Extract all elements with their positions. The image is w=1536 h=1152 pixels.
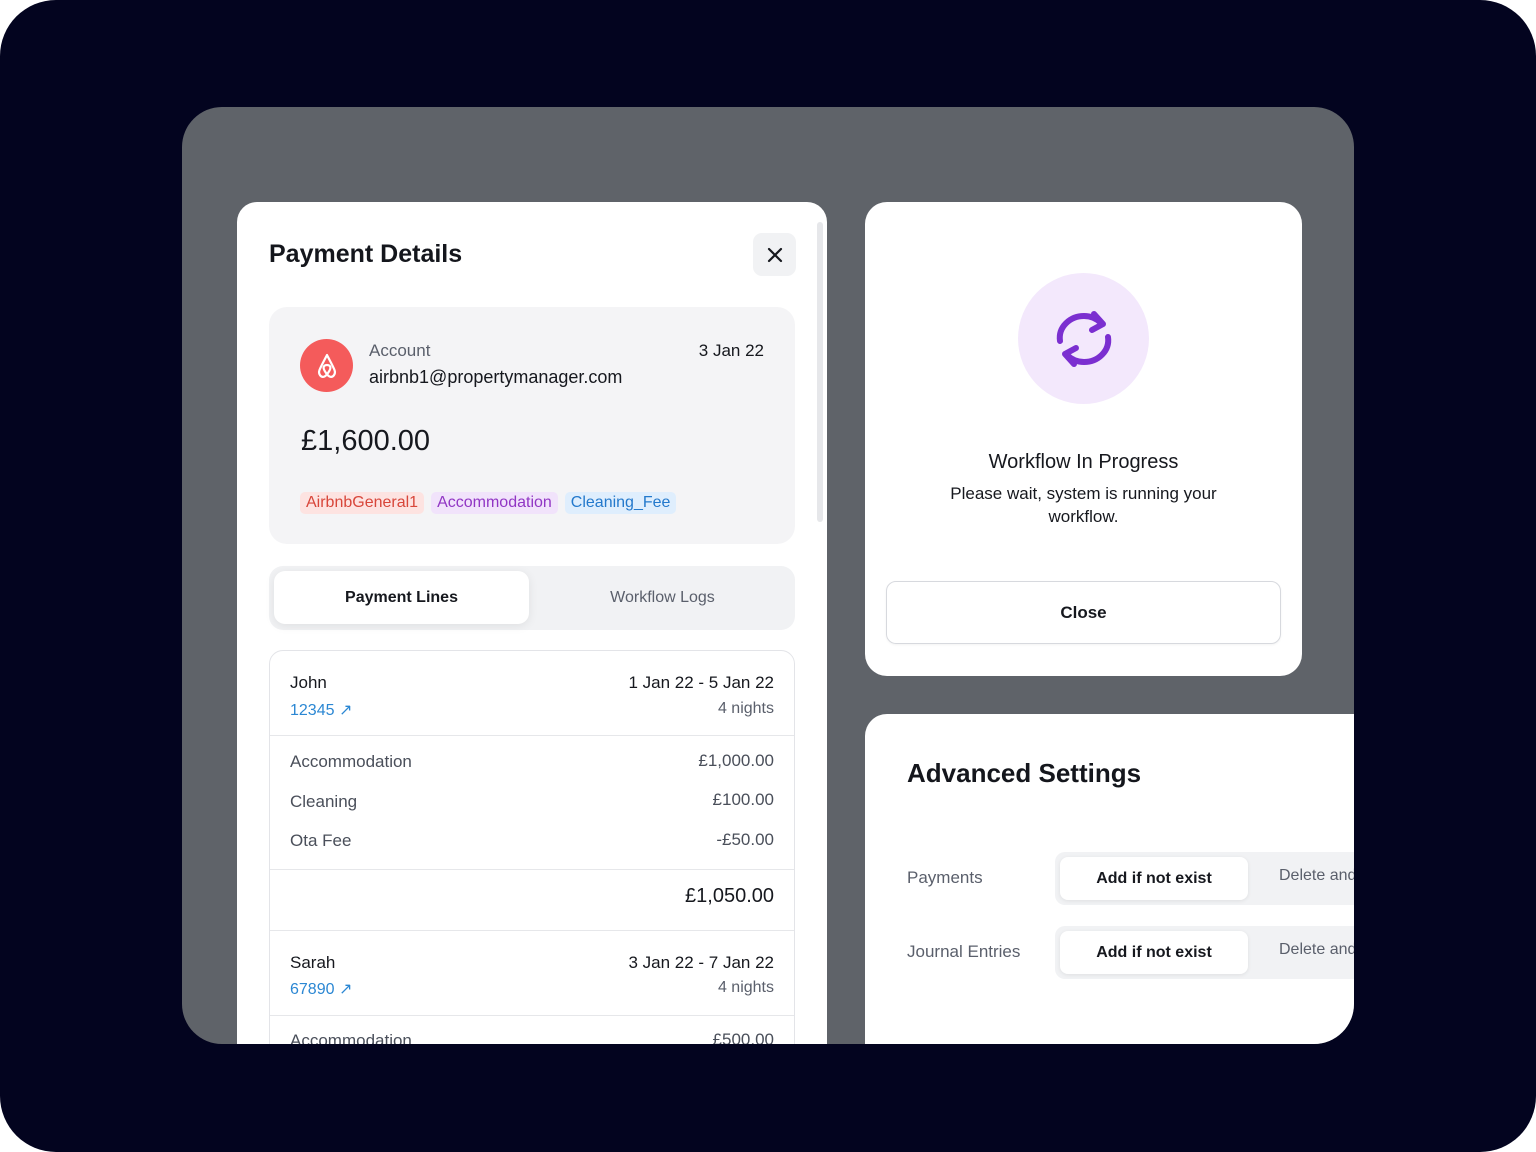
line-item-value: £100.00 xyxy=(712,790,774,809)
account-label: Account xyxy=(369,341,431,360)
setting-label-payments: Payments xyxy=(907,868,983,887)
tag-list: AirbnbGeneral1 Accommodation Cleaning_Fe… xyxy=(300,492,677,514)
close-button[interactable] xyxy=(753,233,796,276)
line-item-label: Ota Fee xyxy=(290,831,352,850)
stay-nights: 4 nights xyxy=(717,700,774,717)
divider xyxy=(270,930,794,931)
airbnb-logo xyxy=(300,339,353,392)
reservation-link[interactable]: 67890 ↗ xyxy=(290,979,352,999)
airbnb-icon xyxy=(317,353,336,378)
option-delete-and[interactable]: Delete and xyxy=(1279,867,1354,885)
line-item-value: £1,000.00 xyxy=(698,751,774,770)
line-item-label: Cleaning xyxy=(290,792,358,811)
account-date: 3 Jan 22 xyxy=(698,341,764,360)
modal-title: Workflow In Progress xyxy=(988,451,1179,473)
panel-title: Payment Details xyxy=(269,240,463,268)
tab-bar: Payment Lines Workflow Logs xyxy=(269,566,795,630)
line-item-label: Accommodation xyxy=(290,752,412,771)
tag-cleaning-fee: Cleaning_Fee xyxy=(564,492,677,514)
close-icon xyxy=(767,247,782,262)
workflow-modal: Workflow In Progress Please wait, system… xyxy=(865,202,1302,676)
option-delete-and[interactable]: Delete and xyxy=(1279,941,1354,959)
reservation-link[interactable]: 12345 ↗ xyxy=(290,700,352,720)
guest-name: John xyxy=(290,673,327,692)
workflow-icon-circle xyxy=(1018,273,1149,404)
stay-dates: 1 Jan 22 - 5 Jan 22 xyxy=(628,673,774,692)
journal-entries-mode-toggle: Add if not exist Delete and xyxy=(1055,926,1354,979)
payment-lines-list: John 12345 ↗ 1 Jan 22 - 5 Jan 22 4 night… xyxy=(269,650,795,1044)
scrollbar[interactable] xyxy=(817,222,823,522)
option-add-if-not-exist[interactable]: Add if not exist xyxy=(1060,857,1248,900)
tag-airbnbgeneral1: AirbnbGeneral1 xyxy=(300,492,425,514)
divider xyxy=(270,869,794,870)
stay-nights: 4 nights xyxy=(717,979,774,996)
account-card: Account airbnb1@propertymanager.com 3 Ja… xyxy=(269,307,795,544)
line-item-value: -£50.00 xyxy=(716,830,774,849)
tab-payment-lines[interactable]: Payment Lines xyxy=(274,571,529,624)
modal-message: Please wait, system is running your work… xyxy=(950,484,1217,526)
guest-total: £1,050.00 xyxy=(685,885,774,907)
close-button[interactable]: Close xyxy=(886,581,1281,644)
payments-mode-toggle: Add if not exist Delete and xyxy=(1055,852,1354,905)
tag-accommodation: Accommodation xyxy=(431,492,558,514)
account-email: airbnb1@propertymanager.com xyxy=(369,367,623,387)
setting-label-journal-entries: Journal Entries xyxy=(907,942,1021,961)
option-add-if-not-exist[interactable]: Add if not exist xyxy=(1060,931,1248,974)
stage: Payment Details Account airbnb1@property… xyxy=(182,107,1354,1044)
tab-workflow-logs[interactable]: Workflow Logs xyxy=(535,571,790,624)
section-title: Advanced Settings xyxy=(907,758,1142,788)
advanced-settings-panel: Advanced Settings Payments Add if not ex… xyxy=(865,714,1354,1044)
divider xyxy=(270,1015,794,1016)
refresh-icon xyxy=(1056,310,1111,367)
line-item-label: Accommodation xyxy=(290,1031,412,1044)
payment-details-panel: Payment Details Account airbnb1@property… xyxy=(237,202,827,1044)
app-backdrop: Payment Details Account airbnb1@property… xyxy=(0,0,1536,1152)
guest-name: Sarah xyxy=(290,953,336,972)
account-amount: £1,600.00 xyxy=(301,425,431,457)
line-item-value: £500.00 xyxy=(712,1030,774,1044)
divider xyxy=(270,735,794,736)
stay-dates: 3 Jan 22 - 7 Jan 22 xyxy=(628,953,774,972)
